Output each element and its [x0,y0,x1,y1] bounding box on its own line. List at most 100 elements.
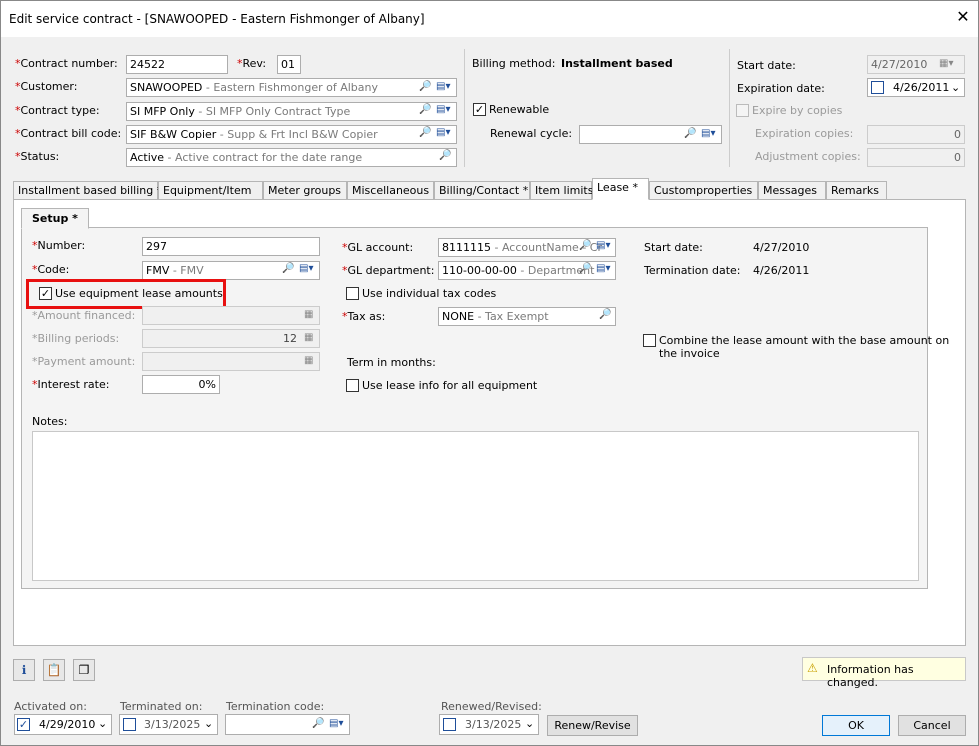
chevron-down-icon[interactable]: ⌄ [98,717,107,730]
search-icon[interactable]: 🔎 [312,718,324,729]
tab-setup[interactable]: Setup * [21,208,89,229]
tab-miscellaneous[interactable]: Miscellaneous [347,181,434,200]
lookup-menu-icon[interactable]: ▤▾ [436,104,450,115]
use-equipment-lease-checkbox[interactable]: ✓ [39,287,52,300]
renew-revise-button[interactable]: Renew/Revise [547,715,638,736]
chevron-down-icon[interactable]: ⌄ [204,717,213,730]
expiration-date-checkbox[interactable] [871,81,884,94]
lookup-menu-icon[interactable]: ▤▾ [596,263,610,274]
tab-billing-contact[interactable]: Billing/Contact * [434,181,530,200]
start-date-label: Start date: [737,59,796,72]
combine-lease-label: Combine the lease amount with the base a… [659,334,950,347]
lease-info-all-label: Use lease info for all equipment [362,379,538,392]
interest-rate-field[interactable]: 0% [142,375,220,394]
payment-amount-field [142,352,320,371]
lookup-menu-icon[interactable]: ▤▾ [436,127,450,138]
renewable-label: Renewable [489,103,550,116]
expiration-date-label: Expiration date: [737,82,825,95]
gl-department-label: *GL department: [342,264,435,277]
search-icon[interactable]: 🔎 [439,150,451,161]
contract-type-label: *Contract type: [15,104,100,117]
search-icon[interactable]: 🔎 [419,104,431,115]
combine-lease-checkbox[interactable] [643,334,656,347]
customer-field[interactable]: SNAWOOPED - Eastern Fishmonger of Albany [126,78,457,97]
info-changed-banner: ⚠ Information has changed. [802,657,966,689]
lookup-menu-icon[interactable]: ▤▾ [299,263,313,274]
term-months-label: Term in months: [347,356,436,369]
warning-icon: ⚠ [807,661,818,675]
renewable-checkbox[interactable]: ✓ [473,103,486,116]
lookup-menu-icon[interactable]: ▤▾ [701,128,715,139]
notes-textarea[interactable] [32,431,919,581]
expire-by-copies-label: Expire by copies [752,104,843,117]
search-icon[interactable]: 🔎 [599,309,611,320]
interest-rate-label: *Interest rate: [32,378,110,391]
individual-tax-checkbox[interactable] [346,287,359,300]
amount-financed-label: *Amount financed: [32,309,136,322]
copy-icon[interactable]: ❐ [73,659,95,681]
termination-date-value: 4/26/2011 [753,264,810,277]
contract-number-label: *Contract number: [15,57,118,70]
lease-info-all-checkbox[interactable] [346,379,359,392]
lease-code-label: *Code: [32,263,70,276]
search-icon[interactable]: 🔎 [579,263,591,274]
tab-messages[interactable]: Messages [758,181,826,200]
tab-remarks[interactable]: Remarks [826,181,887,200]
clipboard-icon[interactable]: 📋 [43,659,65,681]
renewed-checkbox[interactable] [443,718,456,731]
amount-financed-field [142,306,320,325]
tab-item-limits[interactable]: Item limits [530,181,593,200]
divider [464,49,465,167]
lease-number-field[interactable]: 297 [142,237,320,256]
ok-button[interactable]: OK [822,715,890,736]
info-icon[interactable]: ℹ [13,659,35,681]
bill-code-field[interactable]: SIF B&W Copier - Supp & Frt Incl B&W Cop… [126,125,457,144]
expire-by-copies-checkbox [736,104,749,117]
use-equipment-lease-label: Use equipment lease amounts [55,287,223,300]
notes-label: Notes: [32,415,68,428]
rev-field[interactable]: 01 [277,55,301,74]
bill-code-label: *Contract bill code: [15,127,122,140]
tab-customproperties[interactable]: Customproperties [649,181,758,200]
activated-checkbox[interactable]: ✓ [17,718,30,731]
customer-label: *Customer: [15,80,78,93]
termination-code-label: Termination code: [226,700,325,713]
search-icon[interactable]: 🔎 [579,240,591,251]
search-icon[interactable]: 🔎 [419,127,431,138]
contract-number-field[interactable]: 24522 [126,55,228,74]
lookup-menu-icon[interactable]: ▤▾ [596,240,610,251]
calendar-icon: ▦▾ [939,58,954,69]
window-title: Edit service contract - [SNAWOOPED - Eas… [9,12,425,26]
search-icon[interactable]: 🔎 [282,263,294,274]
gl-account-label: *GL account: [342,241,414,254]
tab-installment-billing[interactable]: Installment based billing * [13,181,162,200]
tax-as-field[interactable]: NONE - Tax Exempt [438,307,616,326]
calculator-icon: ▦ [304,309,314,320]
tab-lease[interactable]: Lease * [592,178,649,200]
lease-start-date-label: Start date: [644,241,703,254]
individual-tax-label: Use individual tax codes [362,287,497,300]
title-bar: Edit service contract - [SNAWOOPED - Eas… [1,1,978,37]
close-icon[interactable]: ✕ [952,6,974,28]
chevron-down-icon[interactable]: ⌄ [525,717,534,730]
calculator-icon: ▦ [304,332,314,343]
expiration-copies-label: Expiration copies: [755,127,854,140]
tab-meter-groups[interactable]: Meter groups [263,181,347,200]
lookup-menu-icon[interactable]: ▤▾ [329,718,343,729]
search-icon[interactable]: 🔎 [419,81,431,92]
status-label: *Status: [15,150,60,163]
tab-equipment-item[interactable]: Equipment/Item [158,181,263,200]
billing-method-value: Installment based [561,57,673,70]
contract-type-field[interactable]: SI MFP Only - SI MFP Only Contract Type [126,102,457,121]
tax-as-label: *Tax as: [342,310,386,323]
terminated-checkbox[interactable] [123,718,136,731]
search-icon[interactable]: 🔎 [684,128,696,139]
cancel-button[interactable]: Cancel [898,715,966,736]
status-field[interactable]: Active - Active contract for the date ra… [126,148,457,167]
lookup-menu-icon[interactable]: ▤▾ [436,81,450,92]
adjustment-copies-field: 0 [867,148,965,167]
billing-method-label: Billing method: [472,57,556,70]
renewal-cycle-label: Renewal cycle: [490,127,573,140]
edit-contract-window: Edit service contract - [SNAWOOPED - Eas… [0,0,979,746]
chevron-down-icon[interactable]: ⌄ [951,81,960,94]
